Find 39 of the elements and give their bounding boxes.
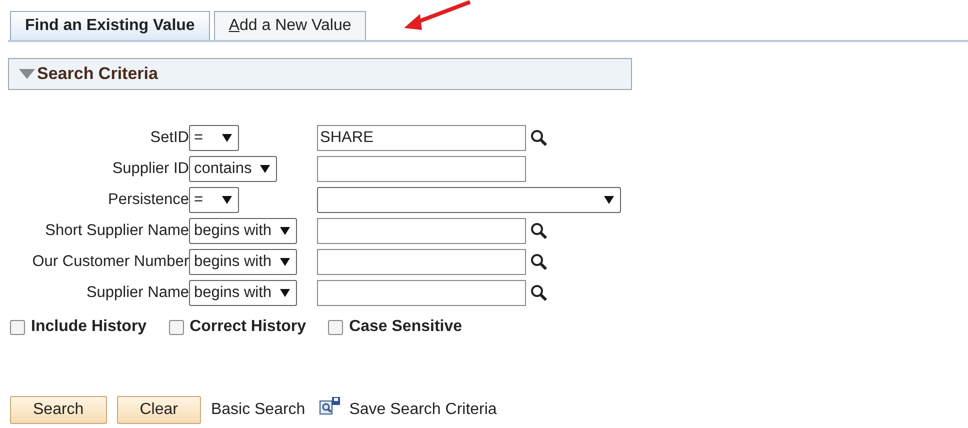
operator-dropdown[interactable]: =	[189, 125, 239, 151]
search-icon[interactable]	[530, 129, 548, 147]
checkbox-label: Correct History	[190, 318, 306, 336]
search-icon[interactable]	[530, 284, 548, 302]
field-label: Short Supplier Name	[44, 222, 189, 240]
triangle-icon[interactable]	[19, 69, 35, 79]
checkbox[interactable]	[328, 320, 344, 334]
button[interactable]: Search	[10, 396, 107, 424]
checkbox-label: Case Sensitive	[349, 318, 462, 336]
checkbox[interactable]	[10, 320, 25, 334]
input-field[interactable]	[317, 218, 526, 244]
field-label: Supplier ID	[111, 160, 189, 178]
input-field[interactable]	[317, 280, 526, 306]
input-field[interactable]	[317, 156, 526, 182]
field-label: Supplier Name	[85, 284, 189, 302]
save-search-icon[interactable]	[319, 396, 342, 416]
field-label: Our Customer Number	[31, 253, 189, 271]
value-dropdown[interactable]	[317, 187, 621, 213]
link[interactable]: Basic Search	[210, 401, 306, 419]
operator-dropdown[interactable]: begins with	[189, 218, 297, 244]
search-icon[interactable]	[530, 222, 548, 240]
checkbox[interactable]	[168, 320, 184, 334]
search-icon[interactable]	[530, 253, 548, 271]
operator-dropdown[interactable]: =	[189, 187, 239, 213]
section-header[interactable]: Search Criteria	[8, 58, 632, 90]
link[interactable]: Save Search Criteria	[349, 401, 497, 419]
annotation-arrow	[402, 0, 472, 32]
tab[interactable]: Add a New Value	[214, 11, 366, 40]
checkbox-label: Include History	[31, 318, 147, 336]
operator-dropdown[interactable]: contains	[189, 156, 277, 182]
section-title: Search Criteria	[37, 64, 158, 84]
button[interactable]: Clear	[116, 396, 201, 424]
operator-dropdown[interactable]: begins with	[189, 249, 297, 275]
input-field[interactable]: SHARE	[317, 125, 526, 151]
input-field[interactable]	[317, 249, 526, 275]
operator-dropdown[interactable]: begins with	[189, 280, 297, 306]
field-label: SetID	[149, 129, 189, 147]
field-label: Persistence	[107, 191, 189, 209]
tab[interactable]: Find an Existing Value	[10, 11, 210, 40]
